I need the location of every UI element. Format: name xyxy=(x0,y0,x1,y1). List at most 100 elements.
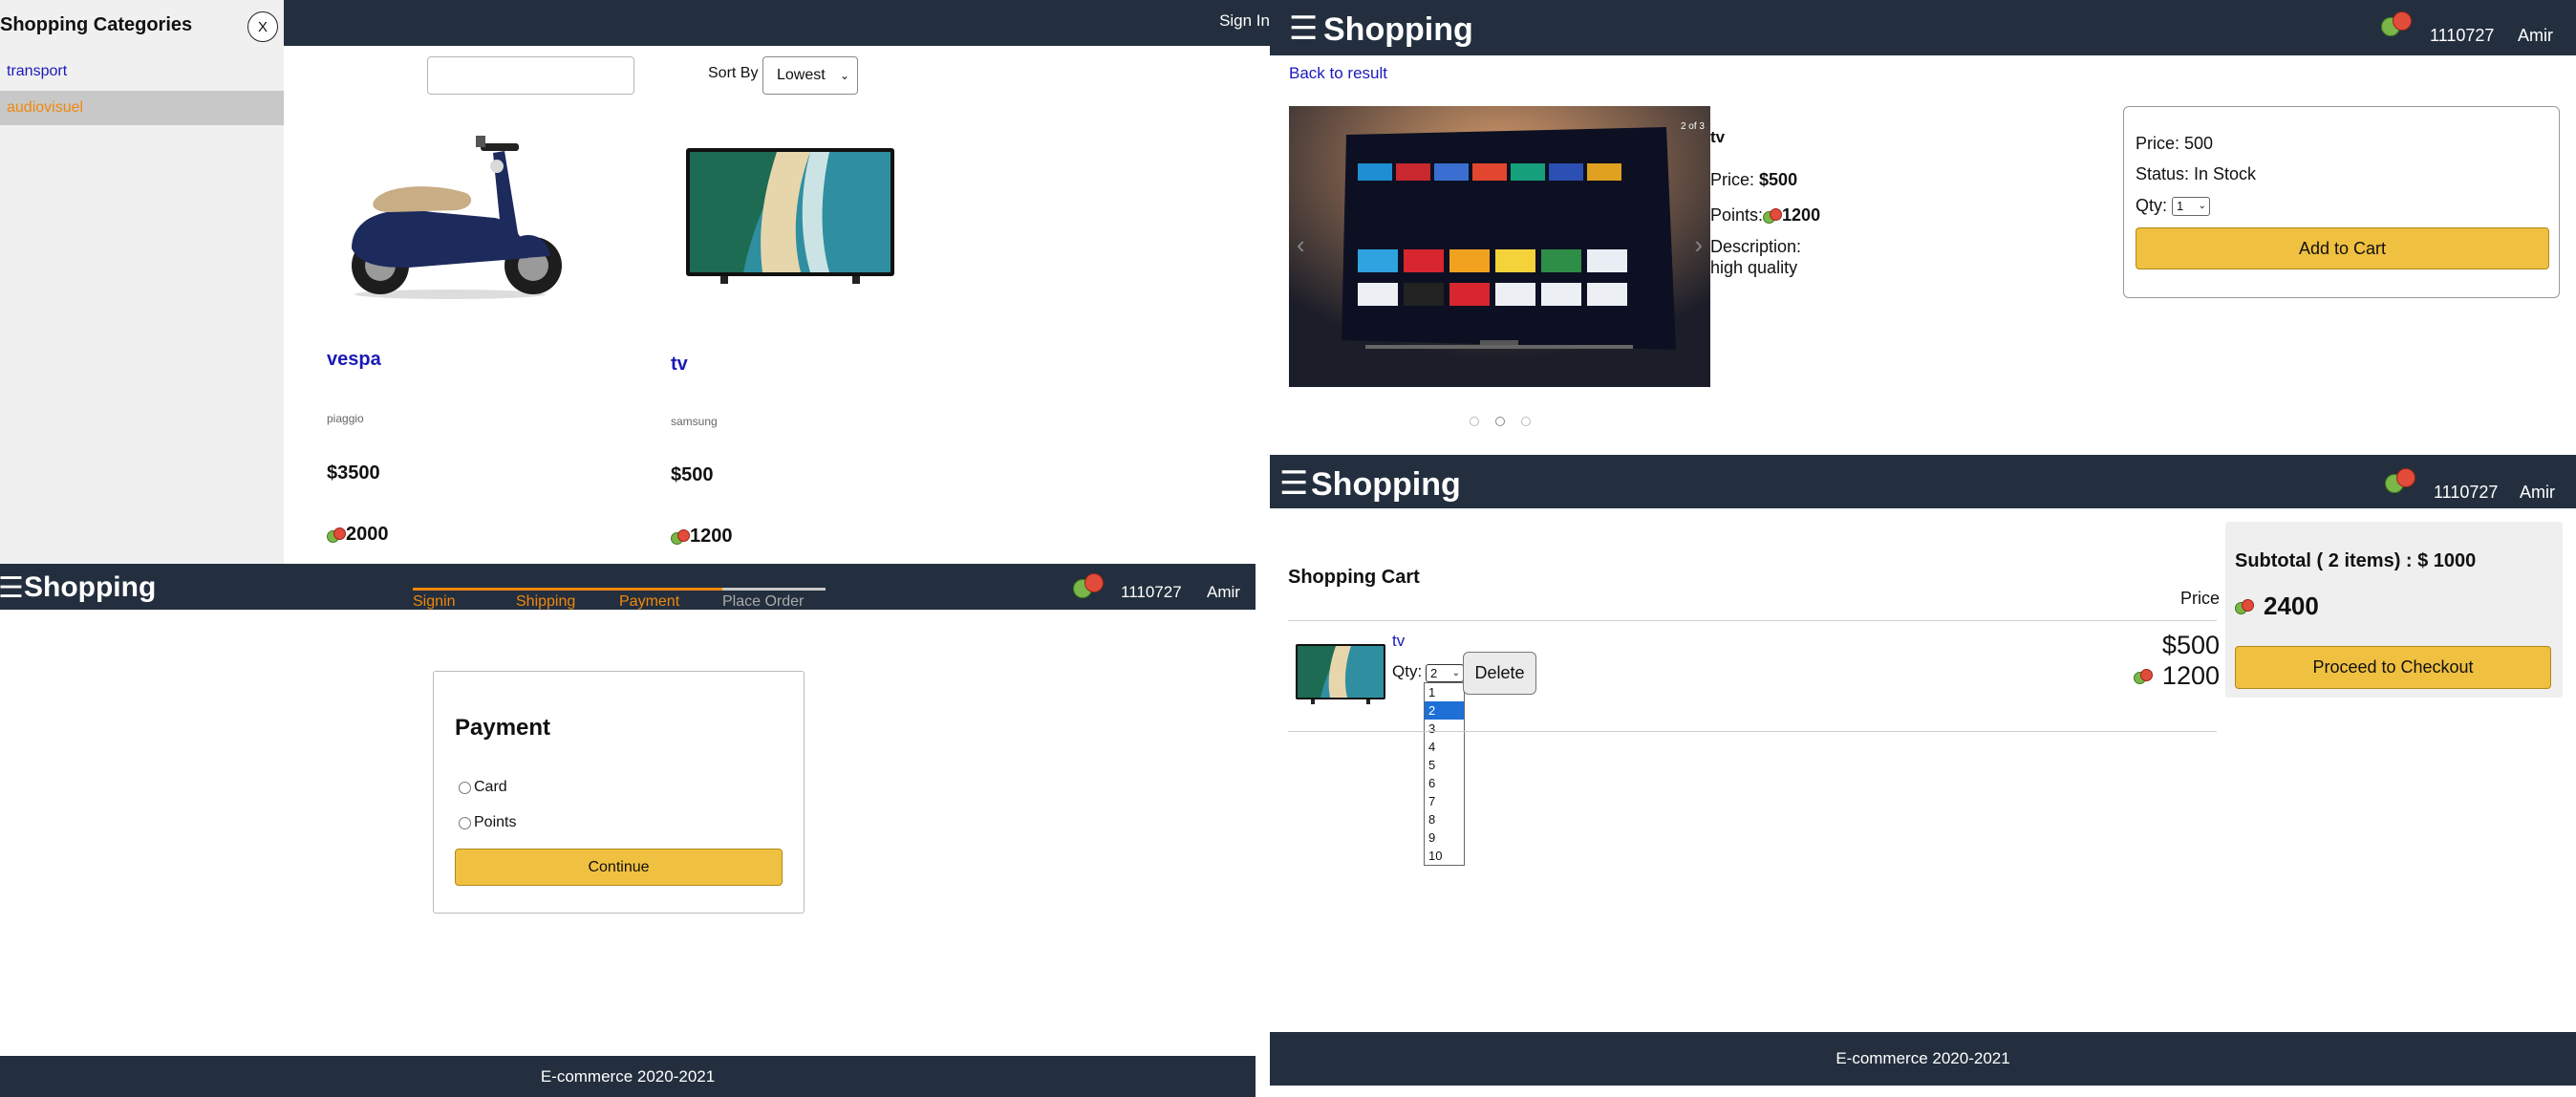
categories-sidebar: Shopping Categories X transport audiovis… xyxy=(0,0,284,564)
product-price-row: Price: $500 xyxy=(1710,170,1797,190)
product-points-value: 1200 xyxy=(690,526,733,547)
points-label: Points: xyxy=(1710,205,1764,225)
catalog-topbar: Sign In xyxy=(284,0,1270,46)
user-points-id: 1110727 xyxy=(1121,583,1182,601)
qty-option-selected[interactable]: 2 xyxy=(1425,701,1464,720)
chevron-down-icon: ⌄ xyxy=(1451,668,1460,678)
qty-option[interactable]: 6 xyxy=(1425,774,1464,792)
header: ☰ Shopping 1110727 Amir xyxy=(1270,455,2576,508)
product-detail-panel: ☰ Shopping 1110727 Amir Back to result 2… xyxy=(1270,0,2576,455)
cart-item-price: $500 xyxy=(2161,631,2220,659)
product-brand: piaggio xyxy=(327,412,364,425)
divider xyxy=(1288,620,2217,621)
buybox-qty-row: Qty: 1 ⌄ xyxy=(2136,196,2211,217)
brand-link[interactable]: Shopping xyxy=(24,571,156,604)
qty-option[interactable]: 10 xyxy=(1425,847,1464,865)
hamburger-menu-icon[interactable]: ☰ xyxy=(1289,12,1318,45)
footer: E-commerce 2020-2021 xyxy=(0,1056,1256,1097)
cart-item-name-link[interactable]: tv xyxy=(1392,632,1405,651)
subtotal-points: 2400 xyxy=(2235,592,2319,621)
product-points: 2000 xyxy=(327,524,389,546)
step-signin: Signin xyxy=(413,593,456,610)
product-image-carousel[interactable]: 2 of 3 ‹ › xyxy=(1289,106,1710,387)
footer: E-commerce 2020-2021 xyxy=(1270,1032,2576,1086)
subtotal-points-value: 2400 xyxy=(2264,592,2319,620)
product-points-row: Points: 1200 xyxy=(1710,205,1820,226)
cart-qty-label: Qty: xyxy=(1392,662,1423,680)
qty-option[interactable]: 7 xyxy=(1425,792,1464,810)
cart-item-points: 1200 xyxy=(2133,661,2220,691)
cart-panel: ☰ Shopping 1110727 Amir Shopping Cart Pr… xyxy=(1270,455,2576,1097)
product-name-link[interactable]: vespa xyxy=(327,349,381,371)
carousel-next-icon[interactable]: › xyxy=(1694,230,1703,260)
points-coins-icon xyxy=(671,528,690,546)
points-coins-icon xyxy=(2133,668,2153,685)
price-value: $500 xyxy=(1759,170,1798,189)
card-radio[interactable] xyxy=(459,781,471,794)
cart-qty-value: 2 xyxy=(1430,666,1438,680)
sort-select[interactable]: Lowest ⌄ xyxy=(762,56,858,95)
product-price: $3500 xyxy=(327,462,380,484)
qty-option[interactable]: 1 xyxy=(1425,683,1464,701)
cart-qty-select[interactable]: 2 ⌄ xyxy=(1426,664,1464,682)
points-coins-icon xyxy=(1073,571,1106,600)
brand-link[interactable]: Shopping xyxy=(1323,11,1473,49)
brand-link[interactable]: Shopping xyxy=(1311,466,1461,504)
qty-option[interactable]: 8 xyxy=(1425,810,1464,828)
user-name-link[interactable]: Amir xyxy=(2518,26,2553,46)
points-coins-icon xyxy=(2385,466,2417,495)
qty-option[interactable]: 9 xyxy=(1425,828,1464,847)
category-item-transport[interactable]: transport xyxy=(0,54,284,89)
qty-option[interactable]: 3 xyxy=(1425,720,1464,738)
carousel-prev-icon[interactable]: ‹ xyxy=(1297,230,1305,260)
product-title: tv xyxy=(1710,128,1726,146)
signin-link[interactable]: Sign In xyxy=(1219,11,1270,31)
tv-image[interactable] xyxy=(686,148,894,284)
points-radio[interactable] xyxy=(459,816,471,829)
description-text: high quality xyxy=(1710,258,1798,277)
qty-option[interactable]: 4 xyxy=(1425,738,1464,756)
user-points-id: 1110727 xyxy=(2430,26,2495,45)
qty-label: Qty: xyxy=(2136,196,2168,215)
payment-panel: ☰ Shopping 1110727 Amir Signin Shipping … xyxy=(0,564,1256,1097)
payment-title: Payment xyxy=(455,715,551,741)
category-item-audiovisuel[interactable]: audiovisuel xyxy=(0,91,284,125)
points-coins-icon xyxy=(2381,10,2414,38)
points-coins-icon xyxy=(2235,598,2254,615)
close-sidebar-button[interactable]: X xyxy=(247,11,278,42)
step-shipping: Shipping xyxy=(516,593,576,610)
carousel-dot[interactable] xyxy=(1521,417,1531,426)
continue-button[interactable]: Continue xyxy=(455,849,783,886)
qty-select[interactable]: 1 ⌄ xyxy=(2172,197,2211,217)
user-name-link[interactable]: Amir xyxy=(1207,583,1240,602)
add-to-cart-button[interactable]: Add to Cart xyxy=(2136,227,2549,269)
price-label: Price: xyxy=(1710,170,1755,189)
sidebar-title: Shopping Categories xyxy=(0,14,193,35)
back-to-result-link[interactable]: Back to result xyxy=(1289,64,1387,83)
hamburger-menu-icon[interactable]: ☰ xyxy=(0,572,24,605)
payment-form: Payment Card Points Continue xyxy=(433,671,805,914)
product-name-link[interactable]: tv xyxy=(671,354,688,376)
cart-title: Shopping Cart xyxy=(1288,567,1420,588)
hamburger-menu-icon[interactable]: ☰ xyxy=(1279,467,1308,500)
card-radio-label: Card xyxy=(474,779,507,795)
qty-option[interactable]: 5 xyxy=(1425,756,1464,774)
steps-progress-done xyxy=(413,588,722,591)
buybox-price: Price: 500 xyxy=(2136,134,2214,153)
user-name-link[interactable]: Amir xyxy=(2520,483,2555,503)
payment-option-points[interactable]: Points xyxy=(459,814,516,831)
delete-button[interactable]: Delete xyxy=(1463,652,1536,695)
payment-option-card[interactable]: Card xyxy=(459,779,507,796)
buy-box: Price: 500 Status: In Stock Qty: 1 ⌄ Add… xyxy=(2123,106,2560,298)
search-input[interactable] xyxy=(427,56,634,95)
sort-label: Sort By xyxy=(708,65,759,81)
scooter-image[interactable] xyxy=(333,124,568,302)
proceed-to-checkout-button[interactable]: Proceed to Checkout xyxy=(2235,646,2551,689)
cart-item-thumbnail xyxy=(1296,644,1385,704)
carousel-dot[interactable] xyxy=(1470,417,1479,426)
product-price: $500 xyxy=(671,464,714,485)
price-column-header: Price xyxy=(2179,589,2220,608)
carousel-dot-active[interactable] xyxy=(1495,417,1505,426)
product-points-value: 2000 xyxy=(346,524,389,545)
qty-value: 1 xyxy=(2177,199,2184,214)
